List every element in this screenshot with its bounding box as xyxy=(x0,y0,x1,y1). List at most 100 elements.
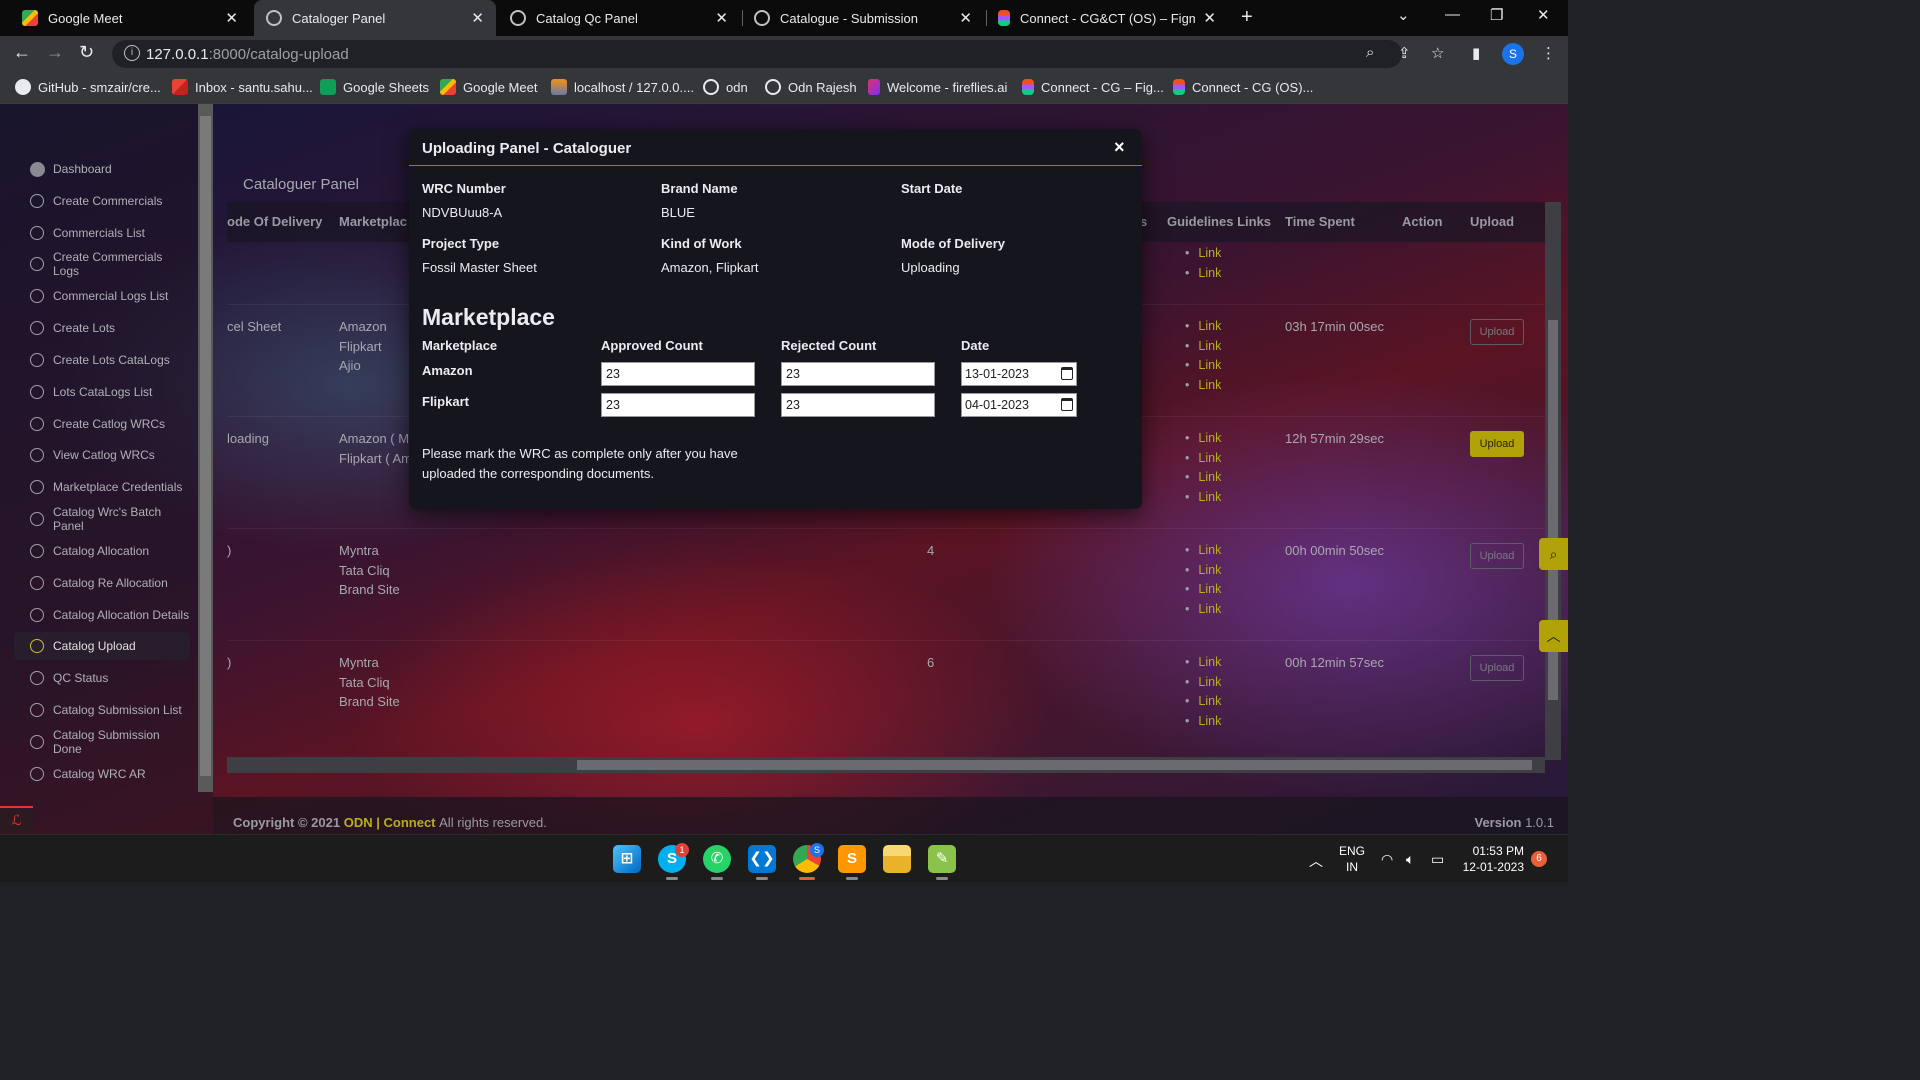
sidebar-item-qc-status[interactable]: QC Status xyxy=(14,664,190,692)
calendar-icon[interactable] xyxy=(1061,398,1073,411)
guideline-link[interactable]: Link xyxy=(1185,264,1221,284)
guideline-link[interactable]: Link xyxy=(1185,600,1221,620)
bookmark-google-sheets[interactable]: Google Sheets xyxy=(320,79,429,95)
system-clock[interactable]: 01:53 PM 12-01-2023 xyxy=(1460,843,1524,875)
date-input[interactable]: 13-01-2023 xyxy=(961,362,1077,386)
sidebar-item-commercials-list[interactable]: Commercials List xyxy=(14,219,190,247)
sidebar-scrollbar[interactable] xyxy=(198,104,213,792)
sidebar-item-create-lots[interactable]: Create Lots xyxy=(14,314,190,342)
forward-icon[interactable]: → xyxy=(46,42,64,63)
guideline-link[interactable]: Link xyxy=(1185,376,1221,396)
close-icon[interactable]: × xyxy=(1114,137,1125,158)
sidebar-item-marketplace-credentials[interactable]: Marketplace Credentials xyxy=(14,473,190,501)
address-bar[interactable]: i 127.0.0.1:8000/catalog-upload xyxy=(112,40,1402,68)
site-info-icon[interactable]: i xyxy=(124,45,140,61)
close-tab-icon[interactable]: ✕ xyxy=(225,9,238,27)
zoom-icon[interactable]: ⌕ xyxy=(1366,44,1374,61)
sidebar-item-catalog-re-allocation[interactable]: Catalog Re Allocation xyxy=(14,569,190,597)
guideline-link[interactable]: Link xyxy=(1185,429,1221,449)
whatsapp-icon[interactable]: ✆ xyxy=(703,845,731,873)
table-horizontal-scrollbar[interactable] xyxy=(227,757,1545,773)
bookmark-localhost[interactable]: localhost / 127.0.0.... xyxy=(551,79,694,95)
guideline-link[interactable]: Link xyxy=(1185,653,1221,673)
vscode-icon[interactable]: ❮❯ xyxy=(748,845,776,873)
scroll-top-button[interactable]: ︿ xyxy=(1539,620,1568,652)
bookmark-gmail[interactable]: Inbox - santu.sahu... xyxy=(172,79,313,95)
sidebar-item-view-catlog-wrcs[interactable]: View Catlog WRCs xyxy=(14,441,190,469)
sidebar-item-catalog-upload[interactable]: Catalog Upload xyxy=(14,632,190,660)
guideline-link[interactable]: Link xyxy=(1185,337,1221,357)
profile-avatar[interactable]: S xyxy=(1502,43,1524,65)
sidebar-item-dashboard[interactable]: Dashboard xyxy=(14,155,190,183)
windows-start-icon[interactable]: ⊞ xyxy=(613,845,641,873)
footer-odn-link[interactable]: ODN xyxy=(344,815,373,830)
minimize-icon[interactable]: — xyxy=(1445,6,1460,23)
battery-icon[interactable]: ▭ xyxy=(1431,851,1444,868)
horizontal-scroll-thumb[interactable] xyxy=(577,760,1532,770)
share-icon[interactable]: ⇪ xyxy=(1398,44,1411,62)
tab-catalog-qc-panel[interactable]: Catalog Qc Panel ✕ xyxy=(498,0,740,36)
rejected-count-input[interactable] xyxy=(781,362,935,386)
guideline-link[interactable]: Link xyxy=(1185,712,1221,732)
guideline-link[interactable]: Link xyxy=(1185,488,1221,508)
date-input[interactable]: 04-01-2023 xyxy=(961,393,1077,417)
sidebar-item-create-catlog-wrcs[interactable]: Create Catlog WRCs xyxy=(14,410,190,438)
maximize-icon[interactable]: ❐ xyxy=(1490,6,1503,24)
guideline-link[interactable]: Link xyxy=(1185,244,1221,264)
calendar-icon[interactable] xyxy=(1061,367,1073,380)
approved-count-input[interactable] xyxy=(601,362,755,386)
bookmark-odn[interactable]: odn xyxy=(703,79,748,95)
tab-figma[interactable]: Connect - CG&CT (OS) – Figma ✕ xyxy=(986,0,1228,36)
footer-connect-link[interactable]: Connect xyxy=(384,815,436,830)
tab-catalogue-submission[interactable]: Catalogue - Submission ✕ xyxy=(742,0,984,36)
notification-badge[interactable]: 6 xyxy=(1531,851,1547,867)
upload-button[interactable]: Upload xyxy=(1470,319,1524,345)
sidebar-item-catalog-submission-done[interactable]: Catalog Submission Done xyxy=(14,728,190,756)
sidebar-item-commercial-logs-list[interactable]: Commercial Logs List xyxy=(14,282,190,310)
reload-icon[interactable]: ↻ xyxy=(79,42,94,63)
close-tab-icon[interactable]: ✕ xyxy=(1203,9,1216,27)
guideline-link[interactable]: Link xyxy=(1185,541,1221,561)
bookmark-star-icon[interactable]: ☆ xyxy=(1431,44,1444,62)
bookmark-figma-cg-os[interactable]: Connect - CG (OS)... xyxy=(1173,79,1313,95)
table-vertical-scrollbar[interactable] xyxy=(1545,202,1561,760)
sidebar-scroll-thumb[interactable] xyxy=(200,116,211,776)
guideline-link[interactable]: Link xyxy=(1185,356,1221,376)
close-tab-icon[interactable]: ✕ xyxy=(471,9,484,27)
sidebar-item-lots-catalogs-list[interactable]: Lots CataLogs List xyxy=(14,378,190,406)
bookmark-google-meet[interactable]: Google Meet xyxy=(440,79,537,95)
sublime-text-icon[interactable]: S xyxy=(838,845,866,873)
tab-search-icon[interactable]: ⌄ xyxy=(1397,6,1410,24)
wifi-icon[interactable]: ◠ xyxy=(1381,851,1393,868)
sidebar-item-create-commercials-logs[interactable]: Create Commercials Logs xyxy=(14,250,190,278)
back-icon[interactable]: ← xyxy=(13,42,31,63)
sidebar-item-create-lots-catalogs[interactable]: Create Lots CataLogs xyxy=(14,346,190,374)
approved-count-input[interactable] xyxy=(601,393,755,417)
sidebar-item-catalog-wrc-batch-panel[interactable]: Catalog Wrc's Batch Panel xyxy=(14,505,190,533)
guideline-link[interactable]: Link xyxy=(1185,468,1221,488)
url-text[interactable]: 127.0.0.1:8000/catalog-upload xyxy=(146,46,349,63)
upload-button[interactable]: Upload xyxy=(1470,431,1524,457)
bookmark-github[interactable]: GitHub - smzair/cre... xyxy=(15,79,161,95)
guideline-link[interactable]: Link xyxy=(1185,580,1221,600)
bookmark-odn-rajesh[interactable]: Odn Rajesh xyxy=(765,79,857,95)
guideline-link[interactable]: Link xyxy=(1185,692,1221,712)
sidebar-item-catalog-submission-list[interactable]: Catalog Submission List xyxy=(14,696,190,724)
sidebar-item-catalog-allocation-details[interactable]: Catalog Allocation Details xyxy=(14,601,190,629)
close-window-icon[interactable]: ✕ xyxy=(1537,6,1550,24)
guideline-link[interactable]: Link xyxy=(1185,561,1221,581)
sidebar-item-create-commercials[interactable]: Create Commercials xyxy=(14,187,190,215)
tab-cataloger-panel[interactable]: Cataloger Panel ✕ xyxy=(254,0,496,36)
guideline-link[interactable]: Link xyxy=(1185,317,1221,337)
new-tab-icon[interactable]: + xyxy=(1241,6,1253,29)
guideline-link[interactable]: Link xyxy=(1185,449,1221,469)
bookmark-figma-cg[interactable]: Connect - CG – Fig... xyxy=(1022,79,1164,95)
bookmark-fireflies[interactable]: Welcome - fireflies.ai xyxy=(868,79,1007,95)
upload-button[interactable]: Upload xyxy=(1470,543,1524,569)
search-float-button[interactable]: ⌕ xyxy=(1539,538,1568,570)
close-tab-icon[interactable]: ✕ xyxy=(715,9,728,27)
show-hidden-icons-icon[interactable]: ︿ xyxy=(1309,851,1323,871)
close-tab-icon[interactable]: ✕ xyxy=(959,9,972,27)
file-explorer-icon[interactable] xyxy=(883,845,911,873)
notepad-plus-plus-icon[interactable]: ✎ xyxy=(928,845,956,873)
